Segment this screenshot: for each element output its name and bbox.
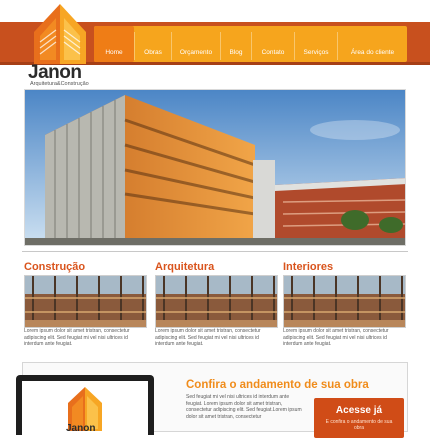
column-title-arquitetura[interactable]: Arquitetura: [155, 261, 214, 273]
access-button-label: Acesse já: [335, 405, 383, 416]
promo-title: Confira o andamento de sua obra: [186, 379, 369, 391]
column-text-arquitetura: Lorem ipsum dolor sit amet tristran, con…: [155, 328, 261, 347]
monitor-screen: Janon: [22, 381, 148, 435]
column-title-construcao[interactable]: Construção: [24, 261, 85, 273]
construction-photo: [156, 276, 277, 327]
nav-item-area-cliente[interactable]: Área do cliente: [338, 26, 407, 62]
access-button-sublabel: E confira o andamento de sua obra: [325, 419, 393, 431]
main-nav: Home Obras Orçamento Blog Contato Serviç…: [94, 26, 407, 62]
nav-item-home[interactable]: Home: [94, 26, 134, 62]
column-text-construcao: Lorem ipsum dolor sit amet tristran, con…: [24, 328, 130, 347]
nav-item-contato[interactable]: Contato: [252, 26, 294, 62]
column-image-construcao[interactable]: [24, 275, 147, 328]
nav-item-orcamento[interactable]: Orçamento: [172, 26, 220, 62]
nav-item-obras[interactable]: Obras: [135, 26, 171, 62]
column-image-interiores[interactable]: [283, 275, 406, 328]
access-button[interactable]: Acesse já E confira o andamento de sua o…: [314, 398, 404, 438]
nav-item-blog[interactable]: Blog: [221, 26, 251, 62]
monitor-logo-name: Janon: [66, 423, 96, 434]
column-image-arquitetura[interactable]: [155, 275, 278, 328]
column-title-interiores[interactable]: Interiores: [283, 261, 333, 273]
building-photo: [25, 90, 405, 245]
monitor-illustration: Janon: [16, 375, 154, 435]
promo-text: Sed feugiat mi vel nisi ultrices id inte…: [186, 394, 302, 420]
logo-tagline: Arquitetura&Construção: [30, 81, 89, 87]
construction-photo: [284, 276, 405, 327]
nav-item-servicos[interactable]: Serviços: [295, 26, 337, 62]
section-divider: [22, 251, 408, 252]
construction-photo: [25, 276, 146, 327]
hero-banner: [24, 89, 406, 246]
column-text-interiores: Lorem ipsum dolor sit amet tristran, con…: [283, 328, 389, 347]
